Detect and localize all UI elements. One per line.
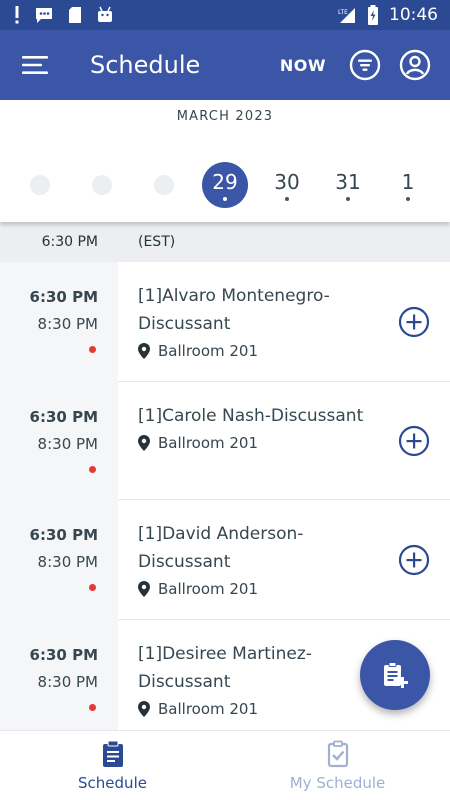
session-content: [1]David Anderson- Discussant Ballroom 2… xyxy=(138,520,378,598)
day-29[interactable]: 29 xyxy=(202,162,248,208)
session-title-line: [1]David Anderson- xyxy=(138,524,304,544)
day-placeholder xyxy=(141,162,187,208)
end-time: 8:30 PM xyxy=(37,315,98,333)
end-time: 8:30 PM xyxy=(37,435,98,453)
signal-icon: LTE xyxy=(337,6,357,24)
nav-my-schedule-label: My Schedule xyxy=(289,773,386,792)
list-item[interactable]: 6:30 PM 8:30 PM [1]Carole Nash-Discussan… xyxy=(0,382,450,500)
session-times: 6:30 PM 8:30 PM xyxy=(0,522,118,596)
location-text: Ballroom 201 xyxy=(158,434,259,452)
alert-icon xyxy=(14,6,20,24)
list-item[interactable]: 6:30 PM 8:30 PM [1]Alvaro Montenegro- Di… xyxy=(0,262,450,382)
session-location: Ballroom 201 xyxy=(138,580,378,598)
day-number: 31 xyxy=(335,169,361,194)
location-text: Ballroom 201 xyxy=(158,580,259,598)
session-times: 6:30 PM 8:30 PM xyxy=(0,404,118,478)
account-icon xyxy=(399,49,431,81)
month-label: MARCH 2023 xyxy=(176,109,274,124)
live-indicator xyxy=(89,704,96,711)
end-time: 8:30 PM xyxy=(37,673,98,691)
day-placeholder xyxy=(17,162,63,208)
session-times: 6:30 PM 8:30 PM xyxy=(0,642,118,716)
end-time: 8:30 PM xyxy=(37,553,98,571)
session-title-line: [1]Desiree Martinez- xyxy=(138,644,312,664)
timezone-label: (EST) xyxy=(138,234,176,250)
event-indicator xyxy=(346,196,350,201)
session-content: [1]Desiree Martinez- Discussant Ballroom… xyxy=(138,640,378,718)
session-title-line: Discussant xyxy=(138,672,231,692)
session-location: Ballroom 201 xyxy=(138,434,388,452)
session-title-line: Discussant xyxy=(138,552,231,572)
add-session-icon[interactable] xyxy=(398,425,430,457)
battery-charging-icon xyxy=(367,5,379,25)
event-indicator xyxy=(223,196,227,201)
location-text: Ballroom 201 xyxy=(158,342,259,360)
page-title: Schedule xyxy=(90,51,201,79)
session-times: 6:30 PM 8:30 PM xyxy=(0,284,118,358)
menu-button[interactable] xyxy=(0,30,70,100)
day-31[interactable]: 31 xyxy=(325,162,371,208)
android-icon xyxy=(96,6,114,24)
date-selector: MARCH 2023 29 30 31 1 xyxy=(0,100,450,222)
session-content: [1]Alvaro Montenegro- Discussant Ballroo… xyxy=(138,282,378,360)
session-location: Ballroom 201 xyxy=(138,700,378,718)
live-indicator xyxy=(89,584,96,591)
live-indicator xyxy=(89,466,96,473)
day-number: 1 xyxy=(401,169,415,194)
day-placeholder xyxy=(79,162,125,208)
add-session-icon[interactable] xyxy=(398,544,430,576)
app-bar: Schedule NOW xyxy=(0,30,450,100)
live-indicator xyxy=(89,346,96,353)
start-time: 6:30 PM xyxy=(29,288,98,306)
svg-text:LTE: LTE xyxy=(338,9,348,16)
session-location: Ballroom 201 xyxy=(138,342,378,360)
event-indicator xyxy=(406,196,410,201)
sd-card-icon xyxy=(68,6,82,24)
session-title-line: Discussant xyxy=(138,314,231,334)
session-title-line: [1]Carole Nash-Discussant xyxy=(138,406,364,426)
nav-schedule[interactable]: Schedule xyxy=(0,731,225,800)
hamburger-icon xyxy=(22,56,48,74)
filter-button[interactable] xyxy=(340,40,390,90)
checklist-icon xyxy=(327,740,348,767)
day-1[interactable]: 1 xyxy=(385,162,431,208)
account-button[interactable] xyxy=(390,40,440,90)
location-pin-icon xyxy=(138,435,150,451)
now-button[interactable]: NOW xyxy=(266,56,340,75)
day-row: 29 30 31 1 xyxy=(0,162,450,208)
location-text: Ballroom 201 xyxy=(158,700,259,718)
add-to-schedule-fab[interactable] xyxy=(360,640,430,710)
day-number: 30 xyxy=(274,169,300,194)
clipboard-add-icon xyxy=(384,662,408,688)
day-number: 29 xyxy=(212,169,238,194)
start-time: 6:30 PM xyxy=(29,646,98,664)
chat-icon xyxy=(34,6,54,24)
add-session-icon[interactable] xyxy=(398,306,430,338)
status-bar: LTE 10:46 xyxy=(0,0,450,30)
clock: 10:46 xyxy=(389,5,438,25)
schedule-list-icon xyxy=(102,740,123,767)
location-pin-icon xyxy=(138,701,150,717)
list-item[interactable]: 6:30 PM 8:30 PM [1]David Anderson- Discu… xyxy=(0,500,450,620)
filter-icon xyxy=(349,49,381,81)
nav-my-schedule[interactable]: My Schedule xyxy=(225,731,450,800)
location-pin-icon xyxy=(138,581,150,597)
session-title-line: [1]Alvaro Montenegro- xyxy=(138,286,330,306)
session-content: [1]Carole Nash-Discussant Ballroom 201 xyxy=(138,402,388,452)
start-time: 6:30 PM xyxy=(29,408,98,426)
event-indicator xyxy=(285,196,289,201)
bottom-navigation: Schedule My Schedule xyxy=(0,730,450,800)
time-section-header: 6:30 PM (EST) xyxy=(0,222,450,262)
nav-schedule-label: Schedule xyxy=(78,773,147,792)
day-30[interactable]: 30 xyxy=(264,162,310,208)
start-time: 6:30 PM xyxy=(29,526,98,544)
location-pin-icon xyxy=(138,343,150,359)
section-time: 6:30 PM xyxy=(41,234,98,250)
